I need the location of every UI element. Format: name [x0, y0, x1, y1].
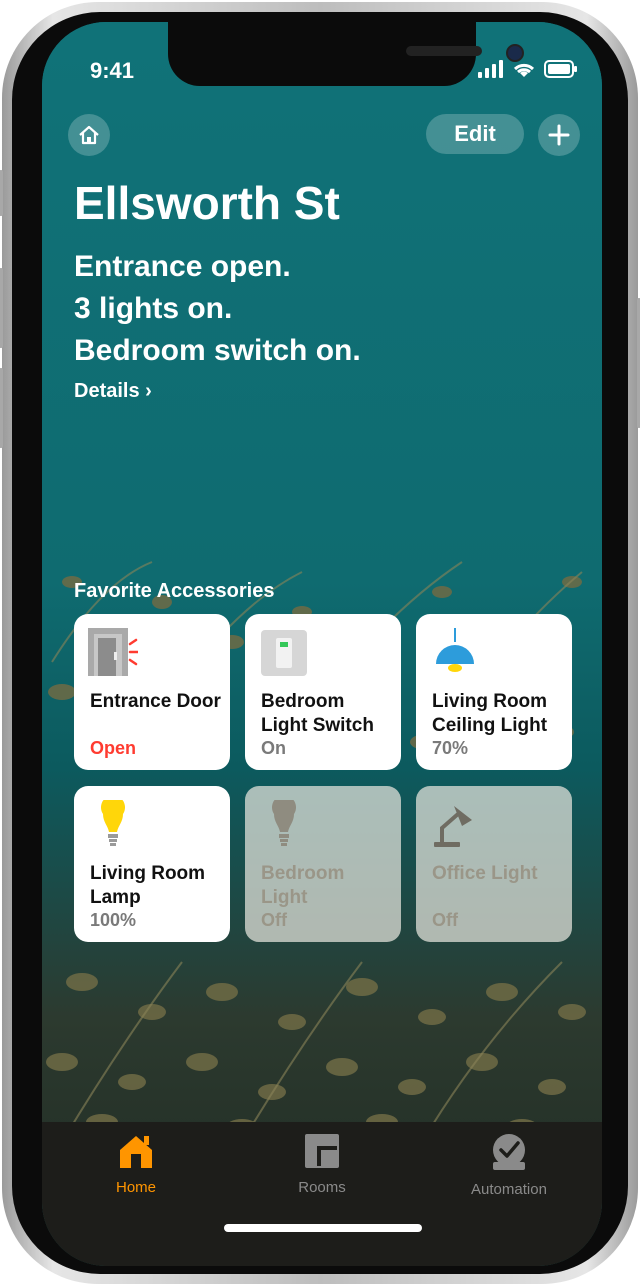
tile-name: Living Room Lamp: [90, 863, 206, 908]
volume-down-button: [0, 368, 3, 448]
home-indicator[interactable]: [224, 1224, 422, 1232]
status-icons: [478, 60, 578, 78]
summary-line: Entrance open.: [74, 250, 291, 283]
tile-name: Office Light: [432, 863, 538, 884]
house-icon: [79, 125, 99, 145]
tile-state: Off: [261, 910, 287, 930]
volume-up-button: [0, 268, 3, 348]
tile-name: Bedroom Light Switch: [261, 691, 374, 736]
summary-line: Bedroom switch on.: [74, 334, 361, 367]
ceiling-light-icon: [436, 628, 474, 672]
tile-bedroom-light-switch[interactable]: Bedroom Light Switch On: [245, 614, 401, 770]
tile-office-light[interactable]: Office Light Off: [416, 786, 572, 942]
bulb-icon: [272, 800, 296, 846]
home-summary: Entrance open. 3 lights on. Bedroom swit…: [74, 246, 361, 372]
automation-icon: [493, 1134, 525, 1170]
tile-state: 70%: [432, 738, 469, 758]
tile-state: 100%: [90, 910, 137, 930]
tile-name: Entrance Door: [90, 691, 221, 712]
desk-lamp-icon: [434, 806, 472, 847]
tile-name: Living Room Ceiling Light: [432, 691, 548, 736]
silent-switch: [0, 170, 3, 216]
tab-automation[interactable]: Automation: [429, 1132, 589, 1198]
summary-line: 3 lights on.: [74, 292, 233, 325]
home-settings-button[interactable]: [68, 114, 110, 156]
tile-state: Off: [432, 910, 458, 930]
rooms-icon: [305, 1134, 339, 1168]
switch-icon: [261, 630, 307, 676]
tab-label: Automation: [471, 1181, 547, 1198]
details-label: Details: [74, 380, 140, 402]
tab-label: Rooms: [298, 1179, 346, 1196]
tab-home[interactable]: Home: [56, 1132, 216, 1196]
home-title: Ellsworth St: [74, 177, 340, 229]
screen: 9:41 Edit Ellsworth St Entrance open. 3 …: [42, 22, 602, 1266]
status-time: 9:41: [90, 58, 135, 83]
details-link[interactable]: Details ›: [74, 380, 152, 403]
tile-bedroom-light[interactable]: Bedroom Light Off: [245, 786, 401, 942]
notch: [168, 22, 524, 86]
tile-name: Bedroom Light: [261, 863, 345, 908]
tile-living-room-lamp[interactable]: Living Room Lamp 100%: [74, 786, 230, 942]
tile-entrance-door[interactable]: Entrance Door Open: [74, 614, 230, 770]
phone-frame: 9:41 Edit Ellsworth St Entrance open. 3 …: [0, 2, 640, 1284]
edit-button[interactable]: Edit: [426, 114, 524, 154]
tile-state: On: [261, 738, 286, 758]
add-button[interactable]: [538, 114, 580, 156]
wifi-icon: [513, 63, 535, 77]
chevron-right-icon: ›: [145, 380, 152, 402]
tab-rooms[interactable]: Rooms: [242, 1132, 402, 1196]
tab-label: Home: [115, 1179, 156, 1196]
bulb-icon: [101, 800, 125, 846]
battery-icon: [544, 60, 577, 78]
plus-icon: [548, 124, 570, 146]
house-icon: [120, 1136, 152, 1168]
cellular-signal-icon: [478, 60, 503, 78]
speaker: [406, 46, 482, 56]
tab-bar: Home Rooms Automation: [42, 1122, 602, 1266]
door-icon: [88, 628, 138, 676]
tile-state: Open: [90, 738, 137, 758]
favorites-title: Favorite Accessories: [74, 580, 275, 602]
tile-living-room-ceiling-light[interactable]: Living Room Ceiling Light 70%: [416, 614, 572, 770]
